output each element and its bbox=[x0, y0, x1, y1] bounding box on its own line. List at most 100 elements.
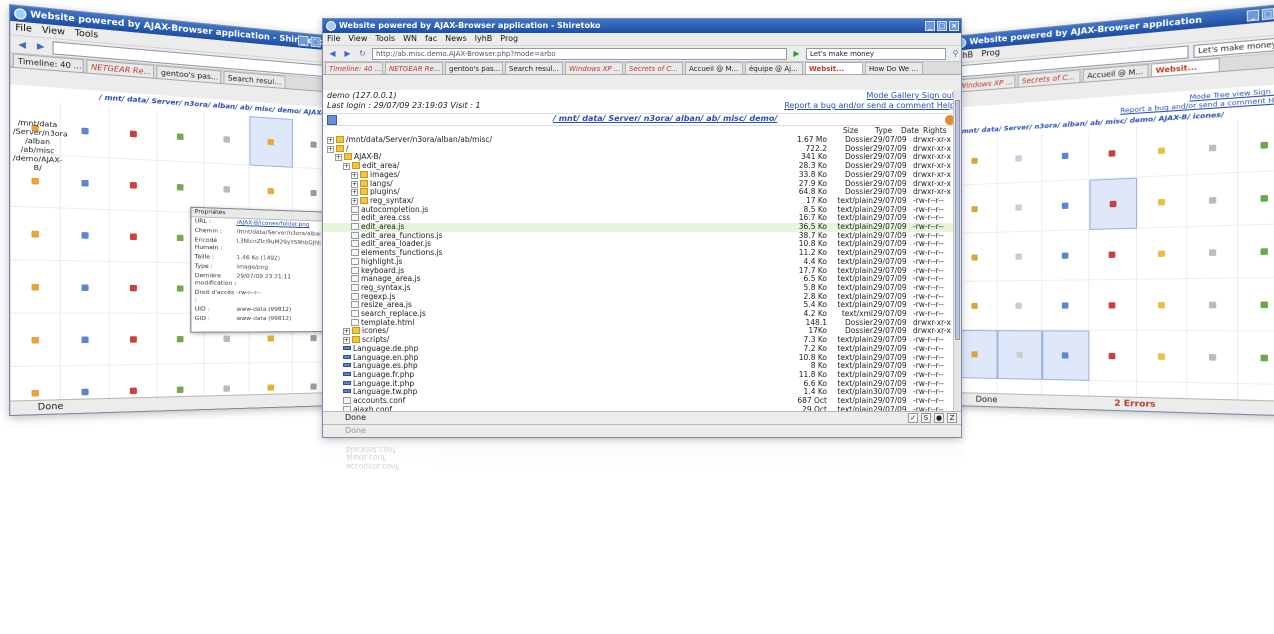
tree-row[interactable]: + langs/27.9 Ko Dossier 29/07/09 drwxr-xr-x bbox=[323, 180, 953, 189]
thumbnail-cell[interactable] bbox=[1187, 226, 1238, 279]
zotero-icon[interactable]: Z bbox=[947, 413, 957, 423]
thumbnail-cell[interactable] bbox=[61, 156, 110, 210]
thumbnail-cell[interactable] bbox=[110, 158, 158, 211]
thumbnail-cell[interactable] bbox=[1089, 229, 1137, 281]
tree-row-name-cell[interactable]: edit_area.js bbox=[323, 223, 783, 232]
thumbnail-cell[interactable] bbox=[1137, 175, 1187, 228]
tab-windows-xp[interactable]: Windows XP ... bbox=[955, 75, 1015, 93]
bookmark-prog[interactable]: Prog bbox=[500, 33, 518, 45]
tree-row-name-cell[interactable]: manage_area.js bbox=[323, 275, 783, 284]
thumbnail-cell[interactable] bbox=[1137, 227, 1187, 280]
thumbnail-cell[interactable] bbox=[1239, 224, 1274, 278]
expand-toggle-icon[interactable]: + bbox=[327, 137, 334, 144]
tree-row[interactable]: + AJAX-B/341 Ko Dossier 29/07/09 drwxr-xr-x bbox=[323, 153, 953, 162]
thumbnail-cell[interactable] bbox=[110, 107, 158, 161]
tree-row[interactable]: edit_area.css 16.7 Ko text/plain 29/07/09 -r… bbox=[323, 214, 953, 223]
thumbnail-cell[interactable] bbox=[1239, 171, 1274, 226]
thumbnail-cell[interactable] bbox=[1042, 280, 1089, 330]
thumbnail-cell[interactable] bbox=[10, 260, 61, 313]
tree-row-name-cell[interactable]: + AJAX-B/ bbox=[323, 153, 783, 162]
tree-row[interactable]: search_replace.js 4.2 Ko text/xml 29/07/09-… bbox=[323, 310, 953, 319]
tree-row[interactable]: Language.tw.php 1.4 Ko text/plain 30/07/09-… bbox=[323, 388, 953, 397]
search-icon[interactable]: ⚲ bbox=[950, 48, 961, 59]
tree-row[interactable]: + images/33.8 Ko Dossier 29/07/09 drwxr-xr-x bbox=[323, 171, 953, 180]
col-size[interactable]: Size bbox=[843, 126, 858, 135]
bookmark-news[interactable]: News bbox=[445, 33, 467, 45]
tab-gentoo[interactable]: gentoo's pas... bbox=[156, 65, 221, 84]
back-icon[interactable]: ◀ bbox=[327, 48, 338, 59]
tree-row[interactable]: template.html 148.1 Dossier 29/07/09 drwxr-x… bbox=[323, 319, 953, 328]
error-count[interactable]: 2 Errors bbox=[1114, 397, 1155, 411]
tab-accueil[interactable]: Accueil @ M... bbox=[685, 62, 743, 75]
tree-row-name-cell[interactable]: keyboard.js bbox=[323, 267, 783, 276]
tab-secrets[interactable]: Secrets of C... bbox=[625, 62, 683, 75]
close-icon[interactable]: × bbox=[949, 21, 959, 31]
tree-row[interactable]: + edit_area/28.3 Ko Dossier 29/07/09 drwxr-x… bbox=[323, 162, 953, 171]
tab-netgear[interactable]: NETGEAR Re... bbox=[86, 59, 154, 78]
thumbnail-cell[interactable] bbox=[249, 116, 293, 168]
tree-row[interactable]: Language.fr.php 11.8 Ko text/plain 29/07/09… bbox=[323, 371, 953, 380]
tree-row[interactable]: autocompletion.js 8.5 Ko text/plain 29/07/0… bbox=[323, 206, 953, 215]
minimize-icon[interactable]: _ bbox=[925, 21, 935, 31]
tab-search[interactable]: Search resul... bbox=[505, 62, 563, 75]
bookmark-prog[interactable]: Prog bbox=[981, 47, 1000, 61]
mode-signout-links[interactable]: Mode Gallery Sign out bbox=[867, 91, 955, 100]
thumbnail-cell[interactable] bbox=[204, 113, 249, 165]
tree-row-name-cell[interactable]: Language.tw.php bbox=[323, 388, 783, 397]
tree-row-name-cell[interactable]: edit_area_loader.js bbox=[323, 240, 783, 249]
tree-row-name-cell[interactable]: Language.fr.php bbox=[323, 371, 783, 380]
tree-row[interactable]: Language.de.php 7.2 Ko text/plain 29/07/09-… bbox=[323, 345, 953, 354]
css-icon[interactable]: S bbox=[921, 413, 931, 423]
thumbnail-cell[interactable] bbox=[61, 103, 110, 158]
thumbnail-cell[interactable] bbox=[997, 281, 1042, 331]
expand-toggle-icon[interactable]: + bbox=[343, 337, 350, 344]
thumbnail-cell[interactable] bbox=[997, 231, 1042, 281]
tab-search[interactable]: Search resul... bbox=[223, 71, 285, 89]
thumbnail-cell[interactable] bbox=[1187, 279, 1238, 332]
expand-toggle-icon[interactable]: + bbox=[327, 146, 334, 153]
view-toggle-icon[interactable] bbox=[327, 115, 337, 125]
tree-row[interactable]: elements_functions.js 11.2 Ko text/plain 29… bbox=[323, 249, 953, 258]
tree-row[interactable]: + /mnt/data/Server/n3ora/alban/ab/misc/1.… bbox=[323, 136, 953, 145]
tree-row[interactable]: highlight.js 4.4 Ko text/plain 29/07/09 -rw-… bbox=[323, 258, 953, 267]
tree-row-name-cell[interactable]: + edit_area/ bbox=[323, 162, 783, 171]
tree-row[interactable]: resize_area.js 5.4 Ko text/plain 29/07/09 -r… bbox=[323, 301, 953, 310]
tree-row[interactable]: keyboard.js 17.7 Ko text/plain 29/07/09 -rw-… bbox=[323, 267, 953, 276]
addon-icon[interactable]: ✓ bbox=[908, 413, 918, 423]
tree-row-name-cell[interactable]: search_replace.js bbox=[323, 310, 783, 319]
go-icon[interactable]: ▶ bbox=[791, 48, 802, 59]
tree-row-name-cell[interactable]: + images/ bbox=[323, 171, 783, 180]
tree-row[interactable]: Language.en.php 10.8 Ko text/plain 29/07/09… bbox=[323, 354, 953, 363]
tree-row-name-cell[interactable]: +/mnt/data/Server/n3ora/alban/ab/misc/ bbox=[323, 136, 783, 145]
tree-row-name-cell[interactable]: Language.it.php bbox=[323, 380, 783, 389]
thumbnail-cell[interactable] bbox=[997, 182, 1042, 233]
thumbnail-cell[interactable] bbox=[1239, 117, 1274, 173]
thumbnail-cell[interactable] bbox=[158, 110, 204, 163]
tree-row-name-cell[interactable]: + reg_syntax/ bbox=[323, 197, 783, 206]
thumbnail-cell[interactable] bbox=[1137, 331, 1187, 383]
thumbnail-cell[interactable] bbox=[1187, 173, 1238, 227]
maximize-icon[interactable]: □ bbox=[1262, 8, 1274, 20]
thumbnail-cell[interactable] bbox=[110, 210, 158, 263]
tree-row[interactable]: reg_syntax.js 5.8 Ko text/plain 29/07/09 -rw… bbox=[323, 284, 953, 293]
thumbnail-cell[interactable] bbox=[1042, 180, 1089, 232]
scroll-thumb[interactable] bbox=[955, 100, 960, 340]
expand-toggle-icon[interactable]: + bbox=[351, 198, 358, 205]
tab-website[interactable]: Websit... bbox=[1151, 58, 1220, 78]
back-icon[interactable]: ◀ bbox=[15, 38, 29, 51]
bookmark-lyhb[interactable]: lyhB bbox=[475, 33, 493, 45]
menu-tools[interactable]: Tools bbox=[75, 27, 99, 42]
thumbnail-cell[interactable] bbox=[1187, 331, 1238, 384]
menu-view[interactable]: View bbox=[348, 33, 367, 45]
thumbnail-cell[interactable] bbox=[1089, 178, 1137, 230]
tab-how-do-we[interactable]: How Do We ... bbox=[865, 62, 923, 75]
tree-row[interactable]: accounts.conf 687 Oct text/plain 29/07/09 -r… bbox=[323, 397, 953, 406]
expand-toggle-icon[interactable]: + bbox=[343, 163, 350, 170]
tree-row-name-cell[interactable]: + scripts/ bbox=[323, 336, 783, 345]
tree-row-name-cell[interactable]: template.html bbox=[323, 319, 783, 328]
tree-row-name-cell[interactable]: + / bbox=[323, 145, 783, 154]
tree-row-name-cell[interactable]: + icones/ bbox=[323, 327, 783, 336]
tree-row-name-cell[interactable]: edit_area_functions.js bbox=[323, 232, 783, 241]
tree-row-name-cell[interactable]: edit_area.css bbox=[323, 214, 783, 223]
thumbnail-cell[interactable] bbox=[110, 314, 158, 366]
